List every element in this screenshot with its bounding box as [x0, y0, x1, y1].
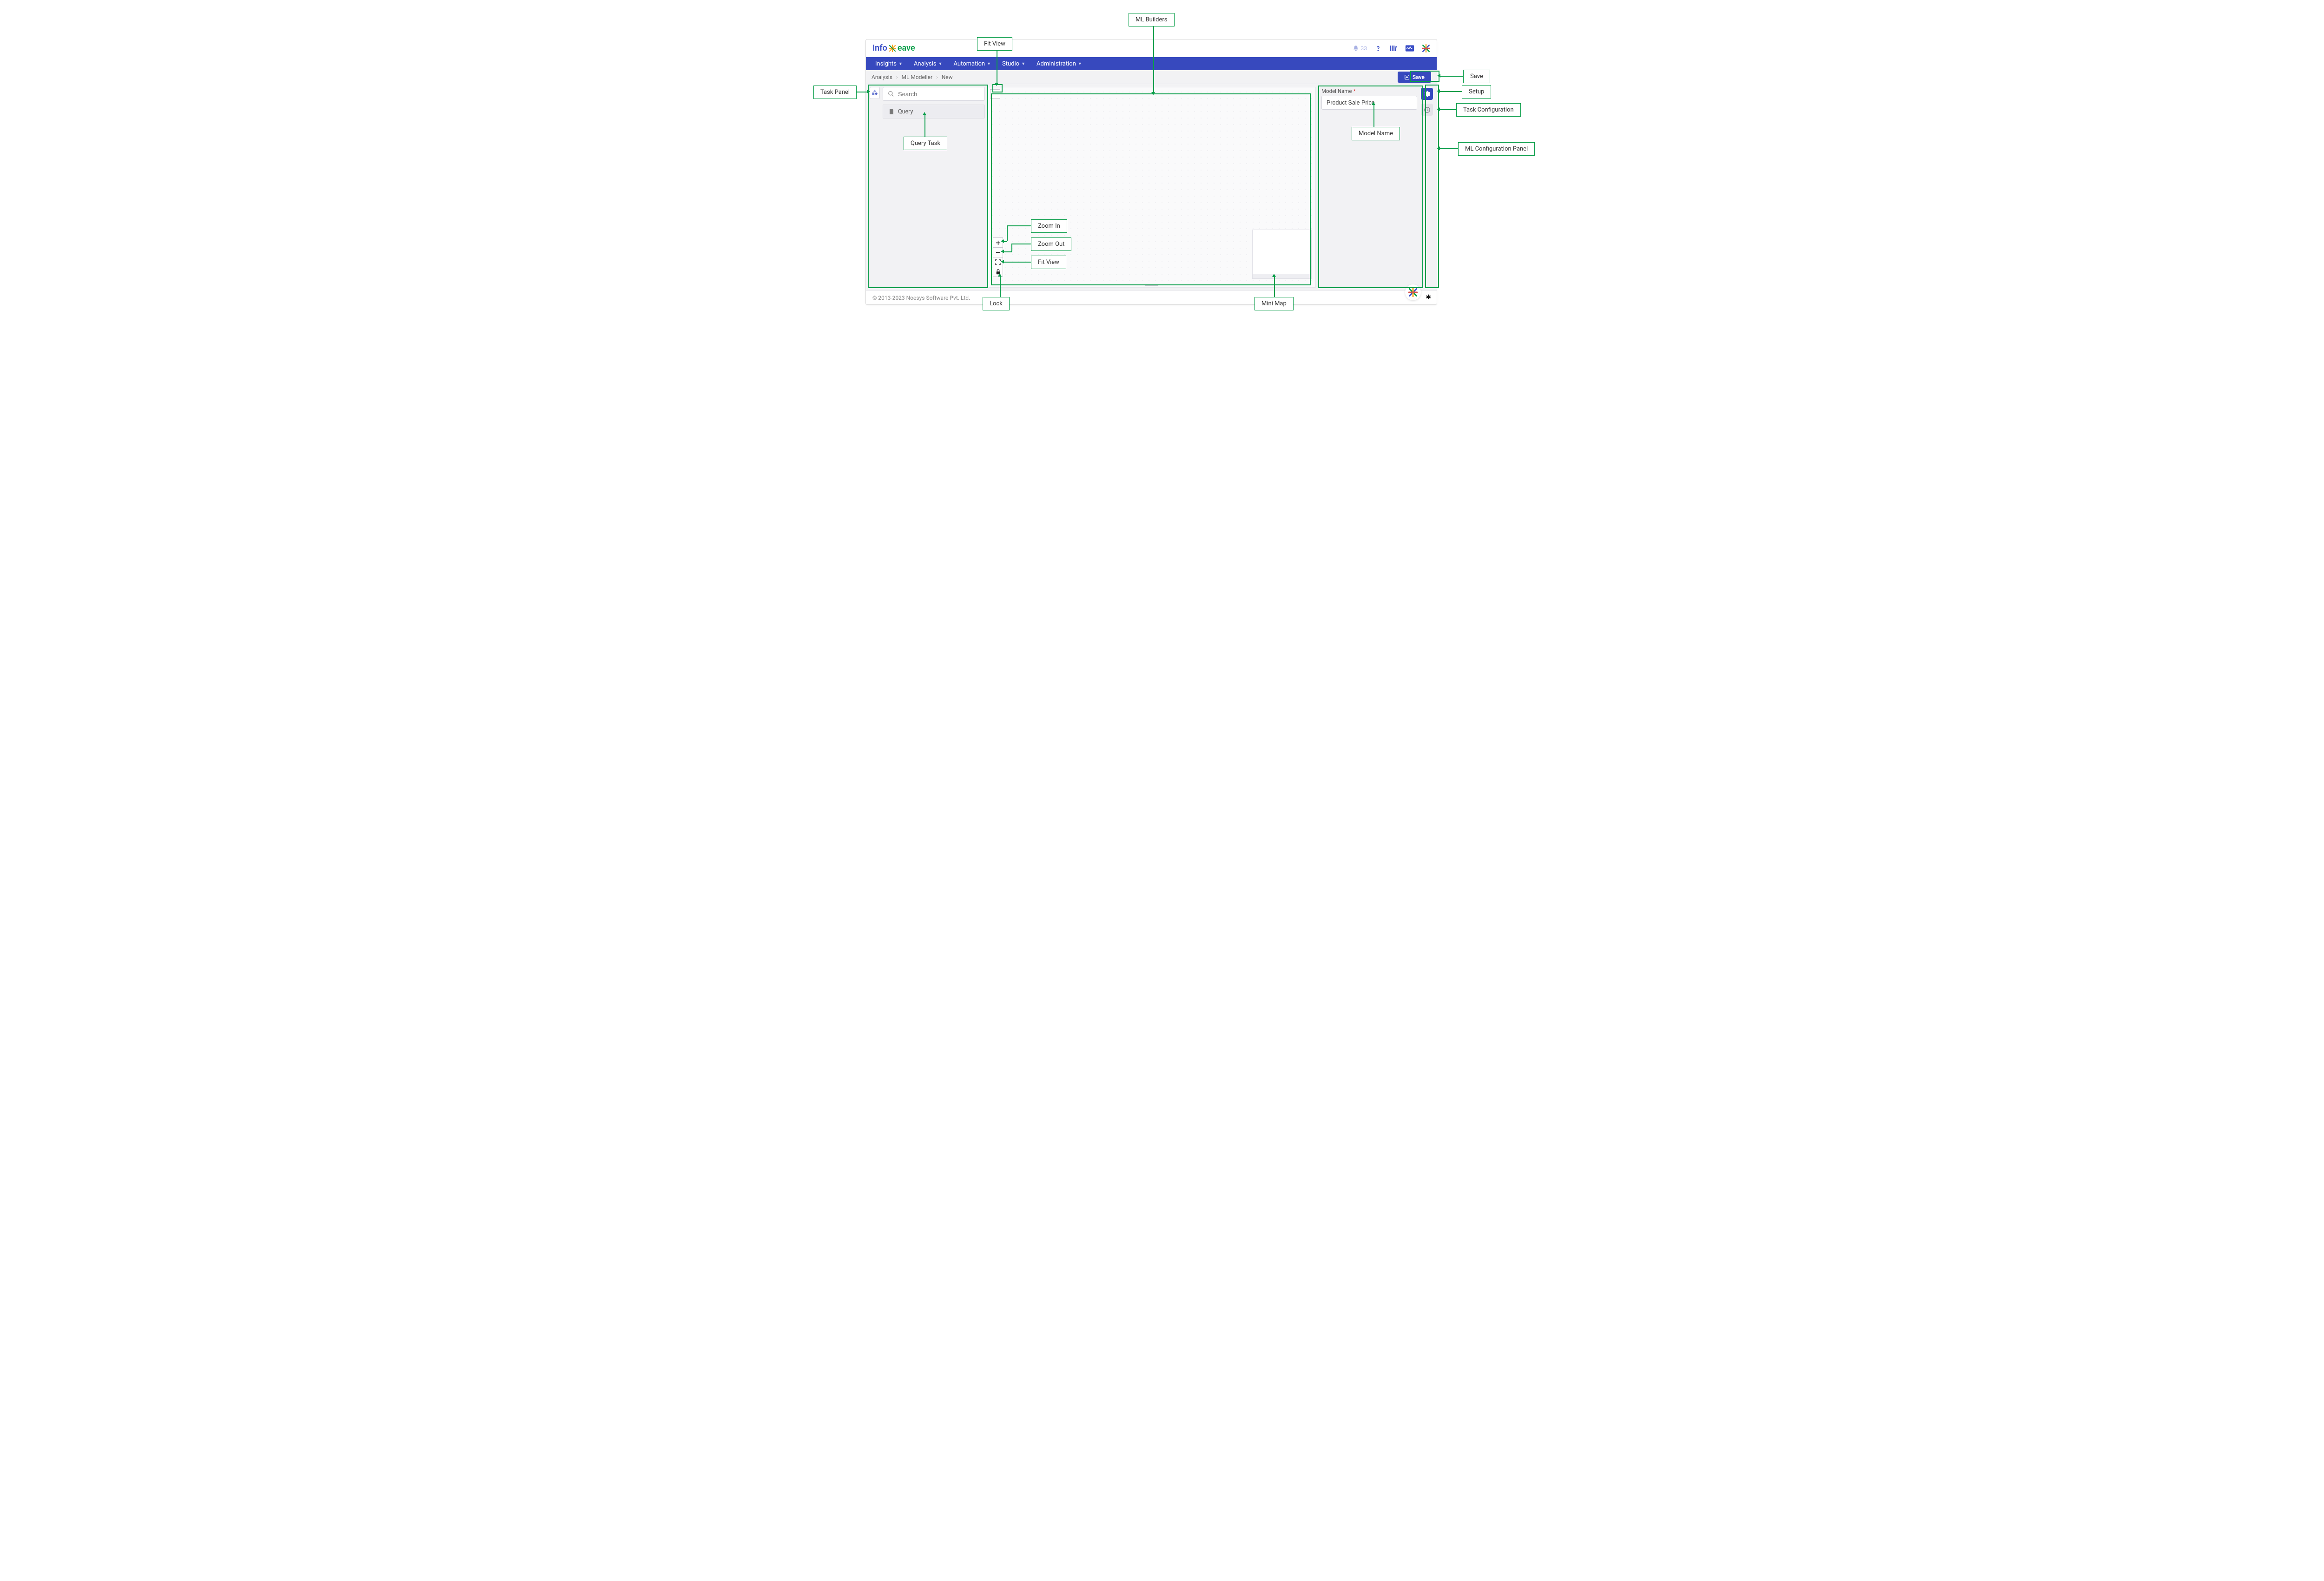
help-button[interactable] [1374, 45, 1382, 52]
task-item-label: Query [898, 108, 913, 115]
nav-item-analysis[interactable]: Analysis▼ [908, 57, 948, 70]
canvas-resize-handle[interactable] [1145, 284, 1158, 287]
ml-config-panel: Model Name* [1319, 84, 1437, 290]
task-panel: Query [866, 84, 988, 290]
chevron-down-icon: ▼ [898, 61, 903, 66]
task-shapes-button[interactable] [870, 87, 880, 99]
task-search[interactable] [883, 87, 985, 101]
logo-text-eave: eave [898, 43, 915, 53]
fit-view-icon [995, 259, 1001, 265]
library-icon [1389, 45, 1398, 52]
callout-setup: Setup [1462, 85, 1491, 99]
task-search-input[interactable] [898, 91, 980, 98]
callout-ml-builders: ML Builders [1129, 13, 1175, 26]
clock-icon [1424, 106, 1431, 113]
library-button[interactable] [1389, 45, 1398, 52]
search-icon [888, 91, 894, 97]
document-icon [889, 108, 894, 115]
fit-view-top-button[interactable] [990, 89, 1000, 99]
gear-icon [1423, 90, 1431, 98]
logo-weave-icon [889, 45, 896, 52]
callout-fit-view-top: Fit View [977, 37, 1012, 51]
save-icon [1404, 74, 1410, 80]
callout-task-configuration: Task Configuration [1456, 103, 1521, 117]
chevron-down-icon: ▼ [1021, 61, 1025, 66]
chevron-down-icon: ▼ [987, 61, 991, 66]
app-body: Query [866, 84, 1437, 290]
breadcrumb-row: Analysis › ML Modeller › New Save [866, 70, 1437, 84]
logo-text-info: Info [872, 43, 887, 53]
model-name-label: Model Name* [1321, 88, 1417, 94]
save-label: Save [1413, 74, 1425, 80]
header-icons: 33 [1353, 44, 1431, 53]
callout-query-task: Query Task [904, 137, 947, 150]
chevron-right-icon: › [896, 74, 898, 80]
canvas-controls [993, 238, 1003, 277]
callout-save: Save [1463, 70, 1490, 83]
chevron-down-icon: ▼ [1078, 61, 1082, 66]
callout-lock: Lock [983, 297, 1010, 310]
monitor-icon [1405, 45, 1414, 52]
model-name-input[interactable] [1321, 96, 1417, 110]
bug-icon[interactable]: ✱ [1426, 294, 1431, 301]
callout-zoom-in: Zoom In [1031, 219, 1067, 233]
footer-brand-button[interactable] [1405, 284, 1421, 300]
brand-weave-icon [1422, 44, 1430, 53]
breadcrumb-analysis[interactable]: Analysis [872, 74, 892, 80]
nav-item-automation[interactable]: Automation▼ [948, 57, 997, 70]
nav-item-insights[interactable]: Insights▼ [870, 57, 908, 70]
setup-button[interactable] [1421, 88, 1433, 100]
callout-mini-map: Mini Map [1254, 297, 1294, 310]
help-icon [1374, 45, 1382, 52]
callout-ml-config-panel: ML Configuration Panel [1458, 142, 1535, 156]
callout-task-panel: Task Panel [813, 86, 857, 99]
app-header: Info eave 33 [866, 40, 1437, 57]
app-window: Info eave 33 [865, 39, 1437, 305]
callout-fit-view: Fit View [1031, 256, 1066, 269]
minus-icon [996, 250, 1001, 255]
shapes-icon [871, 89, 878, 97]
task-configuration-button[interactable] [1421, 104, 1433, 116]
logo[interactable]: Info eave [872, 43, 915, 53]
breadcrumb-ml-modeller[interactable]: ML Modeller [902, 74, 933, 80]
footer-copyright: © 2013-2023 Noesys Software Pvt. Ltd. [872, 295, 970, 301]
callout-zoom-out: Zoom Out [1031, 237, 1071, 251]
notification-count: 33 [1361, 45, 1367, 52]
main-nav: Insights▼ Analysis▼ Automation▼ Studio▼ … [866, 57, 1437, 70]
brand-weave-icon [1408, 288, 1418, 297]
chevron-down-icon: ▼ [938, 61, 943, 66]
nav-item-studio[interactable]: Studio▼ [997, 57, 1031, 70]
brand-menu-button[interactable] [1422, 44, 1430, 53]
mini-map[interactable] [1252, 230, 1312, 279]
breadcrumb-new[interactable]: New [942, 74, 953, 80]
dash-icon [992, 93, 998, 95]
plus-icon [996, 240, 1001, 245]
callout-model-name: Model Name [1352, 127, 1400, 140]
nav-item-administration[interactable]: Administration▼ [1031, 57, 1088, 70]
monitor-button[interactable] [1405, 45, 1414, 52]
task-item-query[interactable]: Query [883, 105, 985, 119]
app-footer: © 2013-2023 Noesys Software Pvt. Ltd. ✱ [866, 290, 1437, 304]
save-button[interactable]: Save [1398, 72, 1431, 83]
bell-icon [1353, 45, 1359, 52]
notifications-button[interactable]: 33 [1353, 45, 1367, 52]
chevron-right-icon: › [936, 74, 938, 80]
